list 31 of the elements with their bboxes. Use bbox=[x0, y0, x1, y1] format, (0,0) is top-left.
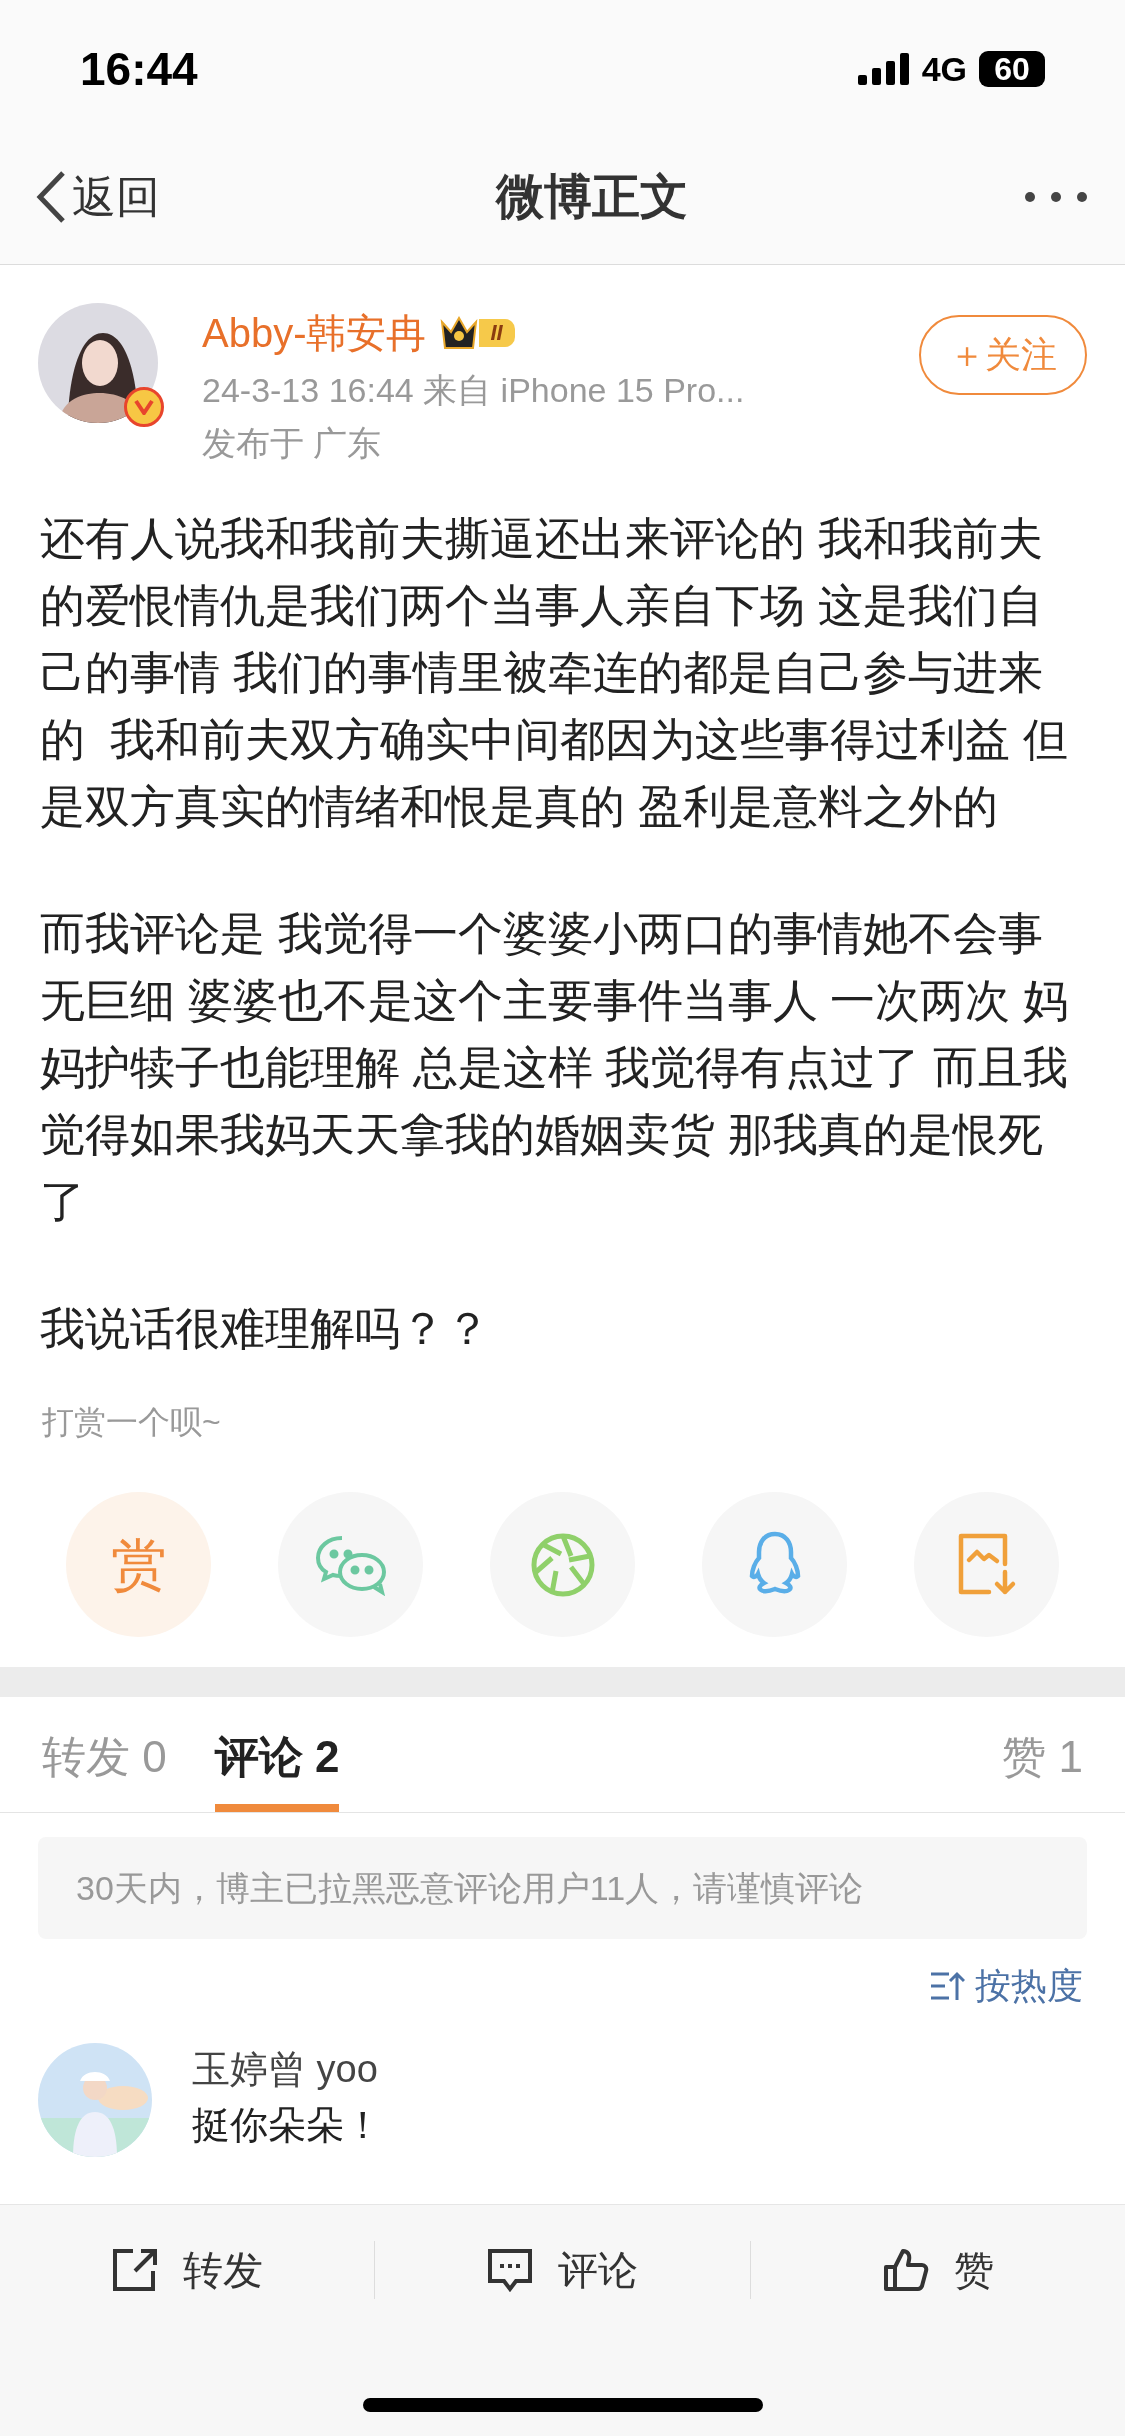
share-out-icon bbox=[111, 2247, 160, 2293]
reward-label: 打赏一个呗~ bbox=[42, 1404, 221, 1440]
signal-icon bbox=[857, 53, 910, 85]
post-paragraph: 还有人说我和我前夫撕逼还出来评论的 我和我前夫的爱恨情仇是我们两个当事人亲自下场 这是我们自己的事情 我们的事情里被牵连的都是自己参与进来的 我和前夫双方确实中间都因为这些事得过利益 但是双方真实的情绪和恨是真的 盈利是意料之外的 bbox=[40, 512, 1069, 834]
action-button[interactable]: 评论 bbox=[375, 2205, 750, 2335]
tab[interactable]: 评论 2 bbox=[214, 1724, 340, 1812]
chat-bubbles-icon bbox=[313, 1533, 388, 1596]
sort-button[interactable]: 按热度 bbox=[929, 1959, 1083, 2013]
thumbs-up-icon bbox=[881, 2247, 930, 2293]
clock: 16:44 bbox=[80, 41, 198, 97]
page-title: 微博正文 bbox=[495, 169, 688, 225]
action-button[interactable]: 转发 bbox=[0, 2205, 375, 2335]
crown-icon bbox=[438, 316, 479, 350]
action-button[interactable]: 赞 bbox=[750, 2205, 1125, 2335]
back-button[interactable]: 返回 bbox=[36, 164, 160, 230]
member-badge: II bbox=[438, 316, 515, 350]
post-location: 发布于 广东 bbox=[202, 423, 383, 464]
notice-banner: 30天内，博主已拉黑恶意评论用户11人，请谨慎评论 bbox=[38, 1837, 1087, 1939]
comment-text: 挺你朵朵！ bbox=[192, 2103, 382, 2148]
comment-icon bbox=[486, 2247, 535, 2293]
network-label: 4G bbox=[921, 48, 967, 90]
battery-icon: 60 bbox=[979, 51, 1045, 87]
more-icon[interactable] bbox=[1023, 190, 1089, 204]
verified-badge-icon bbox=[124, 387, 164, 427]
post-paragraph: 而我评论是 我觉得一个婆婆小两口的事情她不会事无巨细 婆婆也不是这个主要事件当事人 一次两次 妈妈护犊子也能理解 总是这样 我觉得有点过了 而且我觉得如果我妈天天拿我的婚姻卖货 那我真的是恨死了 bbox=[40, 907, 1069, 1229]
aperture-icon bbox=[529, 1531, 596, 1598]
post-paragraph: 我说话很难理解吗？？ bbox=[40, 1302, 491, 1356]
sort-icon bbox=[929, 1970, 965, 2002]
chevron-left-icon bbox=[36, 170, 66, 224]
commenter-name[interactable]: 玉婷曾 yoo bbox=[192, 2043, 382, 2095]
post-meta: 24-3-13 16:44 来自 iPhone 15 Pro... bbox=[202, 370, 746, 411]
